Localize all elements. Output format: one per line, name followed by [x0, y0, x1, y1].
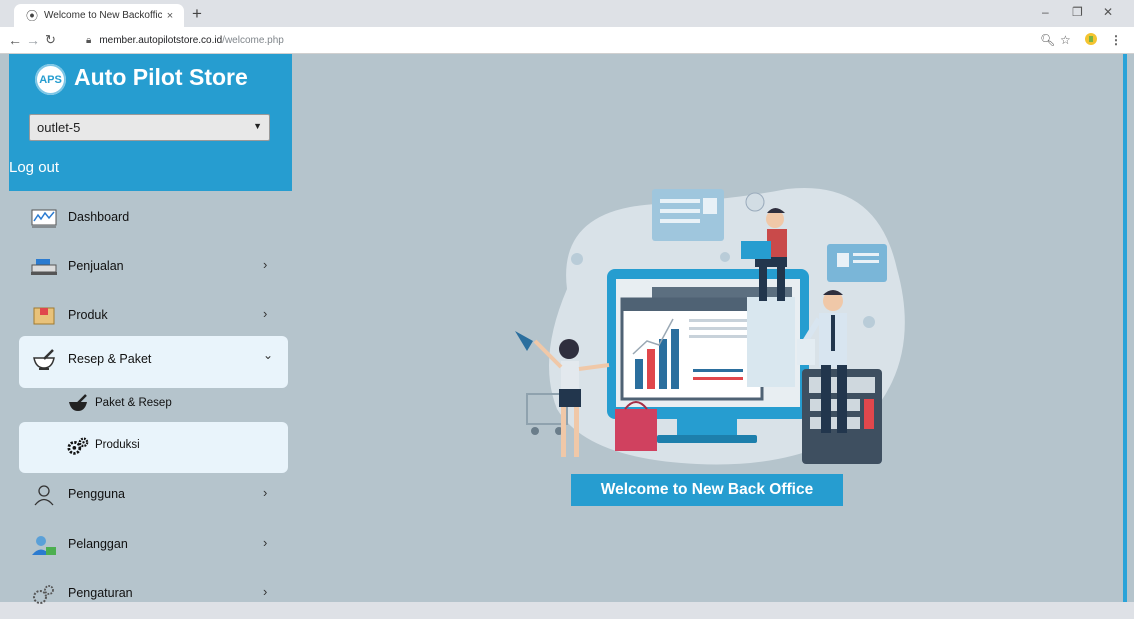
menu-label: Resep & Paket: [68, 352, 152, 366]
welcome-banner: Welcome to New Back Office: [571, 474, 843, 506]
menu-label: Pengaturan: [68, 586, 133, 600]
brand-name: Auto Pilot Store: [74, 64, 248, 90]
menu-item-resep-paket[interactable]: Resep & Paket ⌄: [19, 336, 288, 388]
user-icon: [31, 484, 57, 506]
menu-label: Penjualan: [68, 259, 124, 273]
reload-icon[interactable]: ↻: [45, 31, 56, 49]
gears-icon: [67, 436, 89, 456]
lock-icon: 🔒︎: [86, 34, 92, 46]
aps-logo: APS: [35, 64, 66, 95]
mortar-pestle-icon: [31, 349, 57, 371]
cash-register-icon: [31, 256, 57, 278]
brand-header: APS Auto Pilot Store outlet-5 ▼ Log out: [9, 54, 292, 191]
customer-icon: [31, 534, 57, 556]
bookmark-star-icon[interactable]: ☆: [1060, 32, 1071, 48]
menu-label: Produk: [68, 308, 108, 322]
url-host: member.autopilotstore.co.id: [99, 34, 223, 46]
outlet-select-value: outlet-5: [37, 120, 81, 135]
back-arrow-icon[interactable]: ←: [8, 31, 22, 49]
chevron-right-icon: ›: [263, 306, 268, 321]
menu-item-penjualan[interactable]: Penjualan ›: [9, 243, 292, 292]
right-scroll-accent: [1123, 54, 1127, 602]
submenu-label: Paket & Resep: [95, 397, 172, 409]
submenu-item-produksi[interactable]: Produksi: [19, 422, 288, 473]
forward-arrow-icon[interactable]: →: [26, 31, 40, 49]
chevron-down-icon: ⌄: [263, 348, 274, 362]
submenu-item-paket-resep[interactable]: Paket & Resep: [19, 388, 288, 422]
globe-favicon-icon: ⦿: [26, 8, 39, 23]
browser-toolbar: ← → ↻ 🔒︎ member.autopilotstore.co.id/wel…: [0, 27, 1134, 54]
close-window-button[interactable]: ✕: [1103, 5, 1113, 19]
menu-item-pengaturan[interactable]: Pengaturan ›: [9, 570, 292, 619]
browser-tab-bar: ⦿ Welcome to New Backoffice × + – ❐ ✕: [0, 0, 1134, 27]
browser-tab[interactable]: ⦿ Welcome to New Backoffice ×: [14, 4, 184, 27]
submenu-label: Produksi: [95, 439, 140, 451]
menu-item-dashboard[interactable]: Dashboard: [9, 194, 292, 243]
box-icon: [31, 305, 57, 327]
minimize-button[interactable]: –: [1042, 5, 1049, 19]
new-tab-button[interactable]: +: [192, 5, 202, 23]
chevron-right-icon: ›: [263, 257, 268, 272]
menu-item-pelanggan[interactable]: Pelanggan ›: [9, 521, 292, 570]
url-path: /welcome.php: [222, 34, 284, 46]
chevron-right-icon: ›: [263, 584, 268, 599]
menu-kebab-icon[interactable]: ⋮: [1110, 32, 1122, 48]
tab-close-icon[interactable]: ×: [162, 10, 178, 22]
line-chart-icon: [31, 207, 57, 229]
menu-label: Pelanggan: [68, 537, 128, 551]
tab-title: Welcome to New Backoffice: [44, 10, 162, 21]
chevron-down-icon: ▼: [253, 121, 262, 131]
welcome-illustration: [515, 188, 905, 465]
extension-icon[interactable]: [1084, 32, 1098, 50]
menu-label: Pengguna: [68, 487, 126, 501]
restore-button[interactable]: ❐: [1072, 5, 1083, 19]
app: APS Auto Pilot Store outlet-5 ▼ Log out …: [0, 54, 1134, 604]
main-content: Welcome to New Back Office: [292, 54, 1122, 602]
chevron-right-icon: ›: [263, 485, 268, 500]
sidebar: APS Auto Pilot Store outlet-5 ▼ Log out …: [9, 54, 292, 604]
menu-label: Dashboard: [68, 210, 130, 224]
outlet-select[interactable]: outlet-5 ▼: [29, 114, 270, 141]
zoom-icon[interactable]: 🔍︎: [1040, 32, 1055, 48]
menu-item-produk[interactable]: Produk ›: [9, 292, 292, 341]
chevron-right-icon: ›: [263, 535, 268, 550]
mortar-pestle-icon: [67, 394, 89, 414]
logout-link[interactable]: Log out: [9, 159, 59, 176]
menu-item-pengguna[interactable]: Pengguna ›: [9, 471, 292, 520]
address-bar[interactable]: 🔒︎ member.autopilotstore.co.id/welcome.p…: [86, 31, 966, 49]
